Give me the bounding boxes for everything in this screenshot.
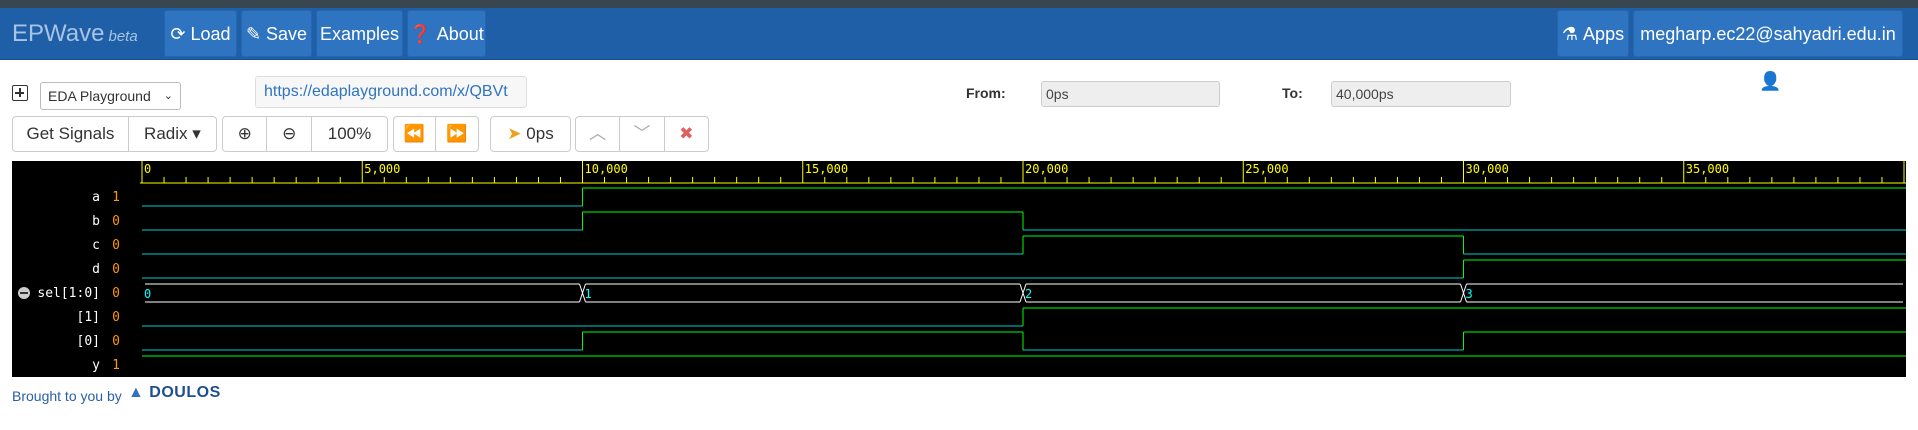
apps-label: Apps: [1583, 24, 1625, 44]
chevron-up-icon: ︿: [589, 124, 607, 143]
ruler-tick-label: 30,000: [1466, 162, 1509, 176]
move-up-button[interactable]: ︿: [576, 117, 621, 151]
signal-name: d: [92, 262, 100, 277]
jump-next-button[interactable]: ⏩: [436, 117, 478, 151]
get-signals-button[interactable]: Get Signals: [13, 117, 129, 151]
radix-label: Radix: [144, 124, 188, 143]
signal-name: [1]: [77, 310, 100, 325]
bus-value-label: 0: [144, 287, 151, 301]
close-icon: ✖: [679, 124, 694, 143]
signal-names-panel: a 1 b 0 c 0 d 0 sel[1:0] 0 [1] 0 [0] 0 y 1: [12, 185, 140, 377]
signal-value: 0: [112, 286, 120, 301]
ruler-tick-label: 35,000: [1686, 162, 1729, 176]
signal-order-group: ︿ ﹀ ✖: [575, 116, 709, 152]
signal-value: 0: [112, 334, 120, 349]
bus-value-label: 3: [1466, 287, 1473, 301]
radix-button[interactable]: Radix ▾: [129, 117, 216, 151]
move-down-button[interactable]: ﹀: [620, 117, 665, 151]
signal-name: [0]: [77, 334, 100, 349]
cursor-time-value: 0ps: [526, 124, 554, 143]
bus-value-label: 2: [1025, 287, 1032, 301]
browser-top-strip: [0, 0, 1918, 8]
user-icon: 👤: [1759, 71, 1782, 91]
load-button[interactable]: ⟳ Load: [164, 10, 237, 57]
apps-button[interactable]: ⚗ Apps: [1557, 10, 1629, 57]
fast-backward-icon: ⏪: [403, 124, 426, 143]
signal-name: b: [92, 214, 100, 229]
share-url-box[interactable]: https://edaplayground.com/x/QBVt: [255, 76, 527, 108]
about-label: About: [436, 24, 484, 44]
user-menu-button[interactable]: megharp.ec22@sahyadri.edu.in 👤: [1633, 10, 1903, 91]
from-label: From:: [966, 85, 1006, 101]
signal-name: c: [92, 238, 100, 253]
cursor-time-button[interactable]: ➤ 0ps: [491, 117, 570, 151]
save-label: Save: [266, 24, 308, 44]
flask-icon: ⚗: [1561, 24, 1579, 44]
signals-group: Get Signals Radix ▾: [12, 116, 217, 152]
doulos-mark-icon: ▲: [128, 384, 145, 401]
bus-value-label: 1: [585, 287, 592, 301]
navigation-group: ⏪ ⏩: [393, 116, 479, 152]
signal-value: 0: [112, 238, 120, 253]
doulos-logo[interactable]: ▲ DOULOS: [128, 384, 221, 402]
playground-select[interactable]: EDA Playground ⌄: [40, 82, 181, 110]
app-brand[interactable]: EPWave beta: [12, 20, 138, 48]
to-input[interactable]: 40,000ps: [1331, 81, 1511, 107]
zoom-out-button[interactable]: ⊖: [267, 117, 312, 151]
about-button[interactable]: ❓ About: [407, 10, 486, 57]
time-ruler-svg: 0 5,000 10,000 15,000 20,000 25,000 30,000 35,0…: [140, 161, 1906, 184]
signal-value: 0: [112, 262, 120, 277]
zoom-group: ⊕ ⊖ 100%: [222, 116, 388, 152]
chevron-down-icon: ⌄: [163, 90, 173, 102]
refresh-icon: ⟳: [170, 24, 186, 44]
save-button[interactable]: ✎ Save: [241, 10, 312, 57]
zoom-level[interactable]: 100%: [312, 117, 387, 151]
zoom-out-icon: ⊖: [282, 124, 297, 143]
footer-credit: Brought to you by: [12, 388, 122, 404]
user-email: megharp.ec22@sahyadri.edu.in: [1640, 24, 1896, 44]
navbar: EPWave beta ⟳ Load ✎ Save Examples ❓ About ⚗…: [0, 8, 1918, 91]
doulos-brand: DOULOS: [149, 384, 221, 401]
remove-signal-button[interactable]: ✖: [665, 117, 708, 151]
ruler-tick-label: 25,000: [1245, 162, 1288, 176]
signal-value: 0: [112, 214, 120, 229]
pencil-icon: ✎: [245, 24, 262, 44]
ruler-tick-label: 15,000: [805, 162, 848, 176]
from-input[interactable]: 0ps: [1041, 81, 1220, 107]
ruler-tick-label: 5,000: [364, 162, 400, 176]
to-label: To:: [1282, 85, 1303, 101]
ruler-tick-label: 20,000: [1025, 162, 1068, 176]
signal-name: y: [92, 358, 100, 373]
waveform-svg: 0 1 2 3: [142, 187, 1906, 357]
chevron-down-icon: ﹀: [633, 124, 651, 143]
time-ruler[interactable]: 0 5,000 10,000 15,000 20,000 25,000 30,000 35,0…: [12, 161, 1906, 185]
share-url-text: https://edaplayground.com/x/QBVt: [264, 83, 508, 100]
signal-value: 0: [112, 310, 120, 325]
fast-forward-icon: ⏩: [446, 124, 468, 143]
ruler-tick-label: 0: [144, 162, 151, 176]
signal-value: 1: [112, 358, 120, 373]
expand-all-icon[interactable]: [12, 85, 28, 101]
playground-select-value: EDA Playground: [48, 88, 151, 104]
signal-name: a: [92, 190, 100, 205]
location-arrow-icon: ➤: [507, 124, 522, 143]
brand-name: EPWave: [12, 20, 105, 47]
jump-previous-button[interactable]: ⏪: [394, 117, 437, 151]
load-label: Load: [190, 24, 231, 44]
question-circle-icon: ❓: [409, 24, 432, 44]
zoom-in-button[interactable]: ⊕: [223, 117, 268, 151]
brand-beta: beta: [108, 28, 138, 45]
signal-value: 1: [112, 190, 120, 205]
cursor-time-group: ➤ 0ps: [490, 116, 571, 152]
caret-down-icon: ▾: [192, 124, 201, 143]
zoom-in-icon: ⊕: [237, 124, 252, 143]
waveform-area[interactable]: 0 1 2 3: [140, 185, 1906, 377]
examples-label: Examples: [319, 24, 400, 44]
ruler-tick-label: 10,000: [585, 162, 628, 176]
signal-name: sel[1:0]: [37, 286, 100, 301]
examples-button[interactable]: Examples: [316, 10, 403, 57]
signal-names-svg: a 1b 0c 0d 0sel[1:0] 0[1] 0[0] 0y 1: [18, 190, 120, 373]
